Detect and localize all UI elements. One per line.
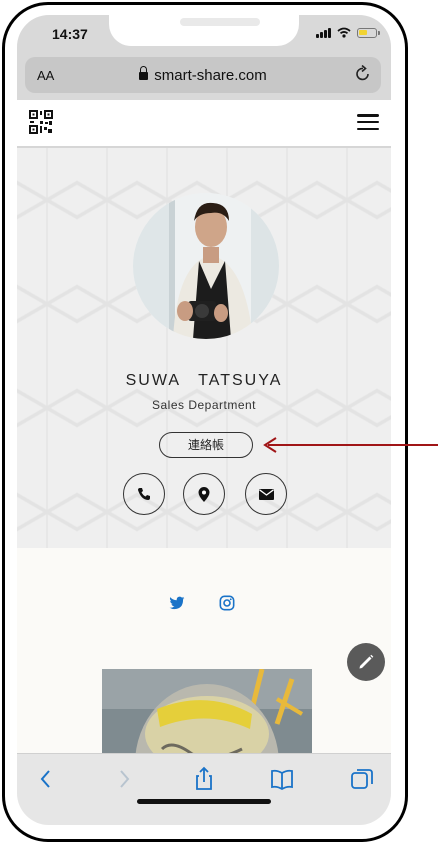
annotation-arrow-line [268, 444, 438, 446]
status-time: 14:37 [52, 26, 88, 42]
profile-avatar [133, 193, 279, 339]
mail-icon [258, 488, 274, 500]
battery-icon [357, 27, 380, 38]
instagram-icon[interactable] [219, 595, 235, 611]
map-pin-icon [198, 486, 210, 502]
phone-button[interactable] [123, 473, 165, 515]
menu-icon[interactable] [357, 114, 379, 130]
status-icons [316, 27, 380, 38]
profile-department: Sales Department [151, 398, 257, 412]
edit-button[interactable] [347, 643, 385, 681]
address-bar[interactable]: AA smart-share.com [25, 57, 381, 93]
profile-name: SUWA TATSUYA [125, 372, 283, 389]
forward-icon[interactable] [111, 766, 137, 792]
pencil-icon [359, 654, 374, 669]
bookmarks-icon[interactable] [269, 766, 295, 792]
phone-speaker [180, 18, 260, 26]
profile-section: SUWA TATSUYA Sales Department 連絡帳 [17, 148, 391, 548]
annotation-arrow-head-icon [263, 437, 277, 453]
url-display[interactable]: smart-share.com [25, 66, 381, 84]
wifi-icon [337, 27, 351, 38]
reload-icon[interactable] [355, 64, 371, 88]
contacts-button[interactable]: 連絡帳 [159, 432, 253, 458]
home-indicator [137, 799, 271, 804]
twitter-icon[interactable] [169, 595, 185, 611]
url-text: smart-share.com [154, 67, 267, 84]
location-button[interactable] [183, 473, 225, 515]
email-button[interactable] [245, 473, 287, 515]
browser-address-area: AA smart-share.com [17, 53, 391, 100]
browser-toolbar [17, 753, 391, 825]
share-icon[interactable] [191, 766, 217, 792]
tabs-icon[interactable] [349, 766, 375, 792]
signal-icon [316, 27, 331, 38]
back-icon[interactable] [33, 766, 59, 792]
phone-screen: 14:37 AA smart-share.com SUWA TATSUYA Sa… [17, 15, 391, 825]
phone-icon [138, 488, 150, 500]
qr-code-icon[interactable] [29, 110, 53, 134]
lock-icon [139, 66, 149, 80]
site-header [17, 100, 391, 148]
